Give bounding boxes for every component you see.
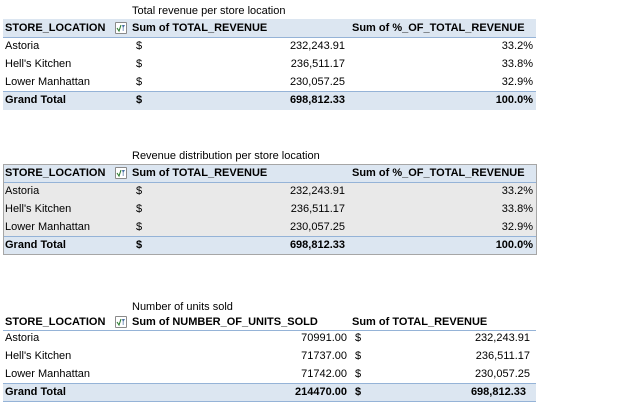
row-label: Hell's Kitchen xyxy=(5,203,72,215)
currency-symbol: $ xyxy=(136,40,143,52)
revenue-value: 232,243.91 xyxy=(474,332,530,344)
currency-symbol: $ xyxy=(136,94,143,106)
currency-symbol: $ xyxy=(136,185,143,197)
currency-symbol: $ xyxy=(136,221,143,233)
revenue-value: 236,511.17 xyxy=(290,58,345,70)
grand-total-percent: 100.0% xyxy=(495,239,533,251)
row-label: Lower Manhattan xyxy=(5,368,90,380)
row-label: Hell's Kitchen xyxy=(5,350,72,362)
grand-total-label: Grand Total xyxy=(5,386,66,398)
column-header-store-location[interactable]: STORE_LOCATION xyxy=(5,19,113,37)
spreadsheet-grid: Total revenue per store location STORE_L… xyxy=(0,0,626,418)
currency-symbol: $ xyxy=(136,239,143,251)
percent-value: 33.2% xyxy=(501,185,533,197)
column-header-revenue[interactable]: Sum of TOTAL_REVENUE xyxy=(132,164,322,182)
grand-total-label: Grand Total xyxy=(5,94,66,106)
filter-dropdown-button[interactable] xyxy=(115,167,127,179)
column-header-percent[interactable]: Sum of %_OF_TOTAL_REVENUE xyxy=(352,19,534,37)
filter-dropdown-button[interactable] xyxy=(115,22,127,34)
revenue-value: 230,057.25 xyxy=(289,221,345,233)
revenue-value: 236,511.17 xyxy=(475,350,530,362)
filter-icon xyxy=(116,318,125,327)
revenue-value: 230,057.25 xyxy=(289,76,345,88)
filter-icon xyxy=(116,24,125,33)
row-label: Hell's Kitchen xyxy=(5,58,72,70)
column-header-percent[interactable]: Sum of %_OF_TOTAL_REVENUE xyxy=(352,164,534,182)
units-value: 71742.00 xyxy=(301,368,347,380)
percent-value: 32.9% xyxy=(501,221,533,233)
percent-value: 33.8% xyxy=(501,203,533,215)
grand-total-revenue: 698,812.33 xyxy=(289,94,345,106)
grand-total-label: Grand Total xyxy=(5,239,66,251)
percent-value: 33.8% xyxy=(501,58,533,70)
filter-icon xyxy=(116,169,125,178)
revenue-value: 232,243.91 xyxy=(289,40,345,52)
row-label: Lower Manhattan xyxy=(5,221,90,233)
grand-total-percent: 100.0% xyxy=(495,94,533,106)
grand-total-revenue: 698,812.33 xyxy=(470,386,526,398)
column-header-store-location[interactable]: STORE_LOCATION xyxy=(5,164,113,182)
revenue-value: 230,057.25 xyxy=(474,368,530,380)
row-label: Astoria xyxy=(5,185,40,197)
revenue-value: 232,243.91 xyxy=(289,185,345,197)
row-label: Astoria xyxy=(5,40,40,52)
currency-symbol: $ xyxy=(136,76,143,88)
grand-total-revenue: 698,812.33 xyxy=(289,239,345,251)
row-label: Astoria xyxy=(5,332,40,344)
grand-total-bottom-border xyxy=(3,401,536,402)
units-value: 70991.00 xyxy=(301,332,347,344)
pivot-caption: Total revenue per store location xyxy=(132,5,286,17)
pivot-caption: Revenue distribution per store location xyxy=(132,150,320,162)
grand-total-units: 214470.00 xyxy=(295,386,347,398)
percent-value: 32.9% xyxy=(501,76,533,88)
currency-symbol: $ xyxy=(355,368,362,380)
currency-symbol: $ xyxy=(136,203,143,215)
units-value: 71737.00 xyxy=(301,350,347,362)
currency-symbol: $ xyxy=(355,350,362,362)
percent-value: 33.2% xyxy=(501,40,533,52)
row-label: Lower Manhattan xyxy=(5,76,90,88)
currency-symbol: $ xyxy=(355,332,362,344)
revenue-value: 236,511.17 xyxy=(290,203,345,215)
column-header-revenue[interactable]: Sum of TOTAL_REVENUE xyxy=(132,19,322,37)
currency-symbol: $ xyxy=(355,386,362,398)
filter-dropdown-button[interactable] xyxy=(115,316,127,328)
currency-symbol: $ xyxy=(136,58,143,70)
